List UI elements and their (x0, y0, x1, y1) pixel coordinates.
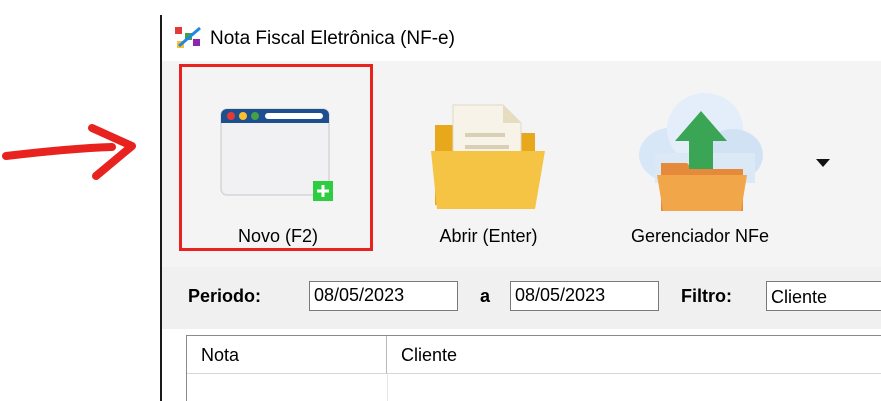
window-title: Nota Fiscal Eletrônica (NF-e) (210, 28, 455, 49)
toolbar-dropdown-arrow-icon[interactable] (816, 159, 830, 167)
open-button[interactable]: Abrir (Enter) (406, 61, 571, 261)
filter-label: Filtro: (681, 286, 732, 306)
date-to-input[interactable]: 08/05/2023 (510, 281, 659, 311)
notes-grid[interactable]: Nota Cliente (186, 335, 881, 401)
folder-open-icon (431, 104, 545, 209)
column-header-cliente[interactable]: Cliente (387, 336, 881, 374)
open-button-label: Abrir (Enter) (439, 226, 538, 246)
table-cell (187, 374, 388, 401)
nfe-manager-button-label: Gerenciador NFe (630, 226, 770, 246)
filter-bar: Periodo: 08/05/2023 a 08/05/2023 Filtro:… (162, 267, 881, 329)
nfe-window: Nota Fiscal Eletrônica (NF-e) Novo (F2) (160, 15, 881, 401)
column-header-nota[interactable]: Nota (187, 336, 387, 374)
period-label: Periodo: (188, 286, 262, 306)
app-logo-icon (175, 26, 201, 48)
range-separator: a (480, 286, 491, 306)
cloud-upload-icon (639, 93, 763, 211)
nfe-manager-button[interactable]: Gerenciador NFe (610, 61, 790, 261)
new-button[interactable]: Novo (F2) (179, 61, 377, 261)
table-row[interactable] (187, 374, 881, 401)
title-bar: Nota Fiscal Eletrônica (NF-e) (162, 15, 881, 61)
filter-select[interactable]: Cliente (766, 281, 881, 311)
new-button-label: Novo (F2) (237, 226, 318, 246)
toolbar: Novo (F2) Abrir (Enter) Gerenciador NFe (162, 61, 881, 267)
grid-header: Nota Cliente (187, 336, 881, 374)
new-document-icon (220, 108, 333, 201)
date-from-input[interactable]: 08/05/2023 (309, 281, 458, 311)
annotation-arrow-icon (2, 124, 136, 180)
